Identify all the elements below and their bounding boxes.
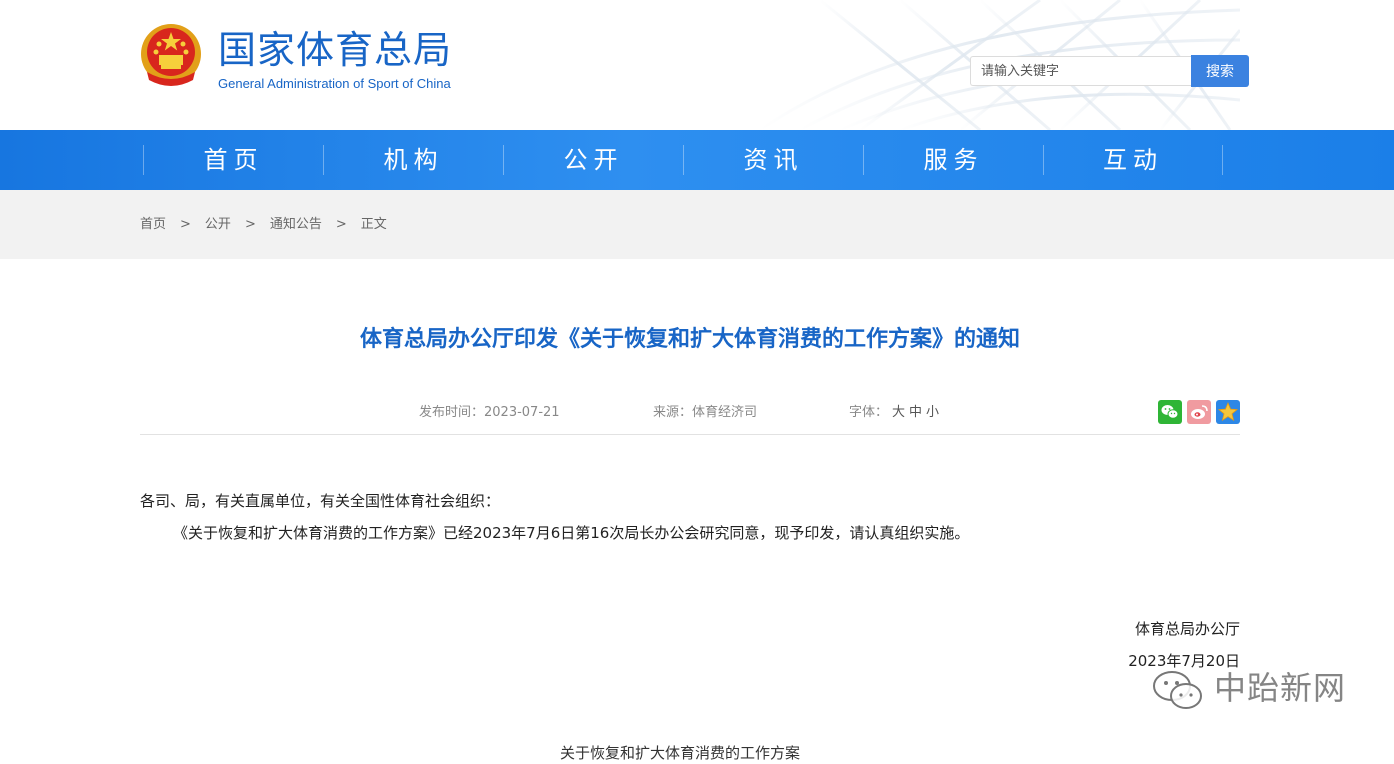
- main-nav: 首页 机构 公开 资讯 服务 互动: [0, 130, 1394, 190]
- breadcrumb-separator: >: [244, 217, 256, 232]
- font-size-large[interactable]: 大: [892, 405, 905, 420]
- site-name-en[interactable]: General Administration of Sport of China: [218, 76, 451, 92]
- breadcrumb-bar: 首页 > 公开 > 通知公告 > 正文: [0, 190, 1394, 259]
- attachment-title: 关于恢复和扩大体育消费的工作方案: [560, 744, 801, 762]
- font-size-small[interactable]: 小: [926, 405, 939, 420]
- breadcrumb-current: 正文: [360, 217, 387, 232]
- search-input[interactable]: [970, 56, 1191, 86]
- share-favorite-button[interactable]: [1216, 400, 1240, 424]
- meta-divider: [140, 434, 1240, 435]
- breadcrumb: 首页 > 公开 > 通知公告 > 正文: [140, 216, 387, 234]
- site-name-cn[interactable]: 国家体育总局: [218, 28, 452, 72]
- article-source: 来源：体育经济司: [653, 404, 757, 422]
- font-size-label: 字体：: [849, 405, 889, 420]
- nav-item-organization[interactable]: 机构: [323, 145, 503, 175]
- breadcrumb-notices[interactable]: 通知公告: [270, 217, 322, 232]
- nav-item-news[interactable]: 资讯: [683, 145, 863, 175]
- article-title: 体育总局办公厅印发《关于恢复和扩大体育消费的工作方案》的通知: [359, 327, 1020, 352]
- breadcrumb-separator: >: [335, 217, 347, 232]
- wechat-logo-icon: [1153, 671, 1202, 709]
- nav-list: 首页 机构 公开 资讯 服务 互动: [143, 145, 1223, 175]
- search-button[interactable]: 搜索: [1191, 55, 1249, 87]
- nav-item-interaction[interactable]: 互动: [1043, 145, 1223, 175]
- font-size-medium[interactable]: 中: [909, 405, 922, 420]
- breadcrumb-separator: >: [180, 217, 191, 232]
- nav-item-service[interactable]: 服务: [863, 145, 1043, 175]
- source-label: 来源：: [653, 405, 693, 420]
- font-size-control: 字体：大中小: [849, 404, 939, 422]
- site-header: 国家体育总局 General Administration of Sport o…: [0, 0, 1394, 130]
- nav-item-public[interactable]: 公开: [503, 145, 683, 175]
- publish-date-label: 发布时间：: [419, 405, 485, 420]
- national-emblem-icon: [141, 24, 201, 86]
- article-signature: 体育总局办公厅: [1134, 620, 1240, 638]
- breadcrumb-public[interactable]: 公开: [205, 217, 231, 232]
- share-wechat-button[interactable]: [1158, 400, 1182, 424]
- watermark-text: 中跆新网: [1214, 669, 1347, 707]
- breadcrumb-home[interactable]: 首页: [140, 217, 166, 232]
- nav-item-home[interactable]: 首页: [143, 145, 323, 175]
- source-value: 体育经济司: [692, 405, 758, 420]
- share-weibo-button[interactable]: [1187, 400, 1211, 424]
- publish-date-value: 2023-07-21: [484, 405, 560, 420]
- favorite-star-icon: [1217, 401, 1239, 422]
- article-body: 《关于恢复和扩大体育消费的工作方案》已经2023年7月6日第16次局长办公会研究…: [173, 524, 970, 542]
- article-greeting: 各司、局，有关直属单位，有关全国性体育社会组织：: [140, 492, 501, 510]
- publish-date: 发布时间：2023-07-21: [419, 404, 560, 422]
- wechat-icon: [1161, 405, 1179, 419]
- weibo-icon: [1191, 405, 1208, 419]
